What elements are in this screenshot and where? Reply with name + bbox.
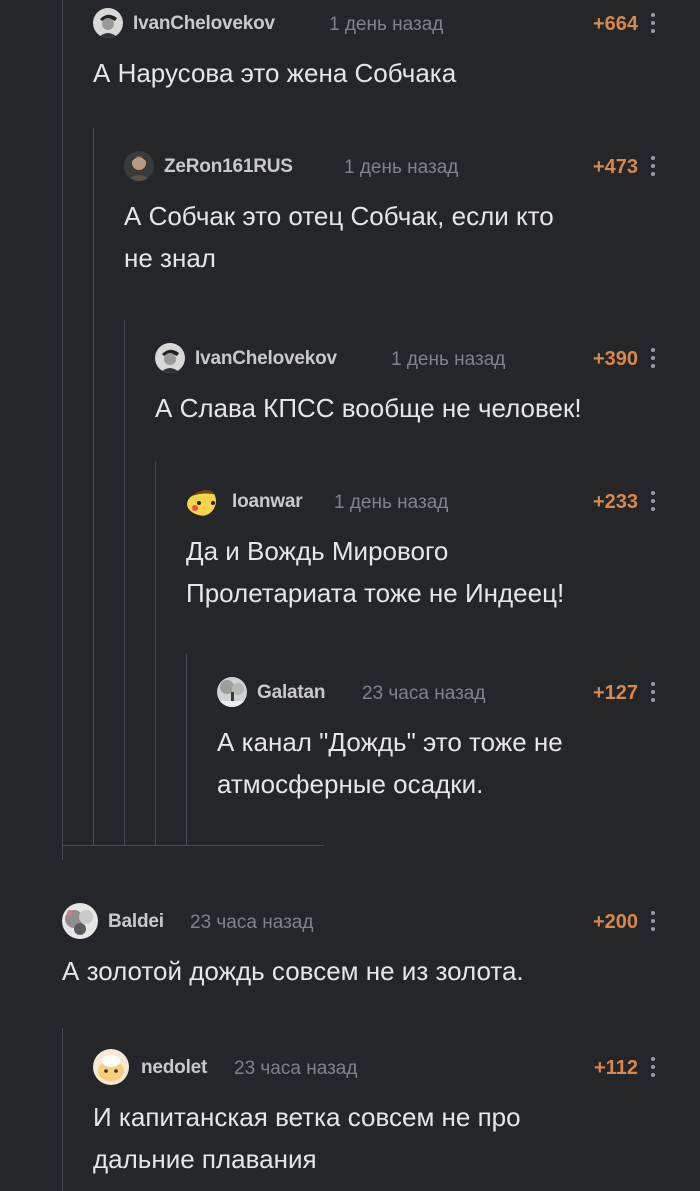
comment-author[interactable]: IvanChelovekov — [133, 13, 275, 35]
avatar[interactable] — [93, 8, 123, 38]
comment-rating: +473 — [592, 156, 638, 178]
comment-text-line: не знал — [124, 243, 216, 273]
more-options-icon[interactable] — [648, 910, 658, 932]
more-options-icon[interactable] — [648, 155, 658, 177]
comment: IvanChelovekov 1 день назад +664 А Нарус… — [93, 8, 660, 94]
comment: Baldei 23 часа назад +200 А золотой дожд… — [62, 903, 660, 992]
thread-line[interactable] — [124, 320, 125, 846]
more-options-icon[interactable] — [648, 12, 658, 34]
comment-author[interactable]: nedolet — [141, 1057, 207, 1079]
thread-line[interactable] — [155, 462, 156, 846]
comment-text: И капитанская ветка совсем не про дальни… — [93, 1096, 660, 1180]
comment-header: ZeRon161RUS 1 день назад +473 — [124, 151, 660, 181]
comment-text-line: А Собчак это отец Собчак, если кто — [124, 201, 554, 231]
avatar[interactable] — [93, 1049, 129, 1085]
comment-time: 23 часа назад — [362, 683, 486, 704]
comment-rating: +112 — [594, 1057, 638, 1079]
comment-time: 23 часа назад — [190, 912, 314, 933]
more-options-icon[interactable] — [648, 347, 658, 369]
comment: nedolet 23 часа назад +112 И капитанская… — [93, 1049, 660, 1180]
comment: ZeRon161RUS 1 день назад +473 А Собчак э… — [124, 151, 660, 279]
comment-text-line: А золотой дождь совсем не из золота. — [62, 956, 524, 986]
comment-author[interactable]: IvanChelovekov — [195, 348, 337, 370]
avatar[interactable] — [62, 903, 98, 939]
avatar[interactable] — [124, 151, 154, 181]
comment-author[interactable]: Galatan — [257, 682, 325, 704]
comment-text: А канал "Дождь" это тоже не атмосферные … — [217, 721, 660, 805]
comment-text-line: А канал "Дождь" это тоже не — [217, 727, 563, 757]
comment-text-line: атмосферные осадки. — [217, 769, 484, 799]
thread-line[interactable] — [186, 654, 187, 846]
comment-time: 1 день назад — [329, 14, 444, 35]
comment: Ioanwar 1 день назад +233 Да и Вождь Мир… — [186, 486, 660, 614]
comment-time: 1 день назад — [334, 492, 449, 513]
comment-author[interactable]: Baldei — [108, 911, 164, 933]
comment-rating: +233 — [592, 491, 638, 513]
comment-header: Ioanwar 1 день назад +233 — [186, 486, 660, 516]
comment-text-line: А Слава КПСС вообще не человек! — [155, 393, 582, 423]
comment-header: IvanChelovekov 1 день назад +390 — [155, 343, 660, 373]
thread-line[interactable] — [62, 0, 63, 860]
comment-rating: +200 — [592, 911, 638, 933]
comment-author[interactable]: ZeRon161RUS — [164, 156, 293, 178]
comment-time: 23 часа назад — [234, 1058, 358, 1079]
comment-text-line: Пролетариата тоже не Индеец! — [186, 578, 565, 608]
thread-collapse-line[interactable] — [62, 845, 324, 846]
comment-text: А золотой дождь совсем не из золота. — [62, 950, 660, 992]
comment-header: IvanChelovekov 1 день назад +664 — [93, 8, 660, 38]
comment-text: А Слава КПСС вообще не человек! — [155, 387, 660, 429]
comment-text-line: Да и Вождь Мирового — [186, 536, 449, 566]
comment-text-line: дальние плавания — [93, 1144, 317, 1174]
comment-text: А Нарусова это жена Собчака — [93, 52, 660, 94]
comment-header: Galatan 23 часа назад +127 — [217, 677, 660, 707]
comment-time: 1 день назад — [391, 349, 506, 370]
comment-text: Да и Вождь Мирового Пролетариата тоже не… — [186, 530, 660, 614]
comment-rating: +664 — [592, 13, 638, 35]
comment-author[interactable]: Ioanwar — [232, 491, 303, 513]
comment-header: nedolet 23 часа назад +112 — [93, 1049, 660, 1085]
comment-time: 1 день назад — [344, 157, 459, 178]
avatar[interactable] — [186, 486, 216, 516]
comment-rating: +127 — [592, 682, 638, 704]
comment: IvanChelovekov 1 день назад +390 А Слава… — [155, 343, 660, 429]
more-options-icon[interactable] — [648, 1056, 658, 1078]
more-options-icon[interactable] — [648, 490, 658, 512]
comment-text-line: И капитанская ветка совсем не про — [93, 1102, 521, 1132]
thread-line[interactable] — [62, 1028, 63, 1191]
comment: Galatan 23 часа назад +127 А канал "Дожд… — [217, 677, 660, 805]
comment-header: Baldei 23 часа назад +200 — [62, 903, 660, 939]
comment-rating: +390 — [592, 348, 638, 370]
avatar[interactable] — [217, 677, 247, 707]
comment-text: А Собчак это отец Собчак, если кто не зн… — [124, 195, 660, 279]
more-options-icon[interactable] — [648, 681, 658, 703]
comment-text-line: А Нарусова это жена Собчака — [93, 58, 457, 88]
thread-line[interactable] — [93, 128, 94, 846]
avatar[interactable] — [155, 343, 185, 373]
